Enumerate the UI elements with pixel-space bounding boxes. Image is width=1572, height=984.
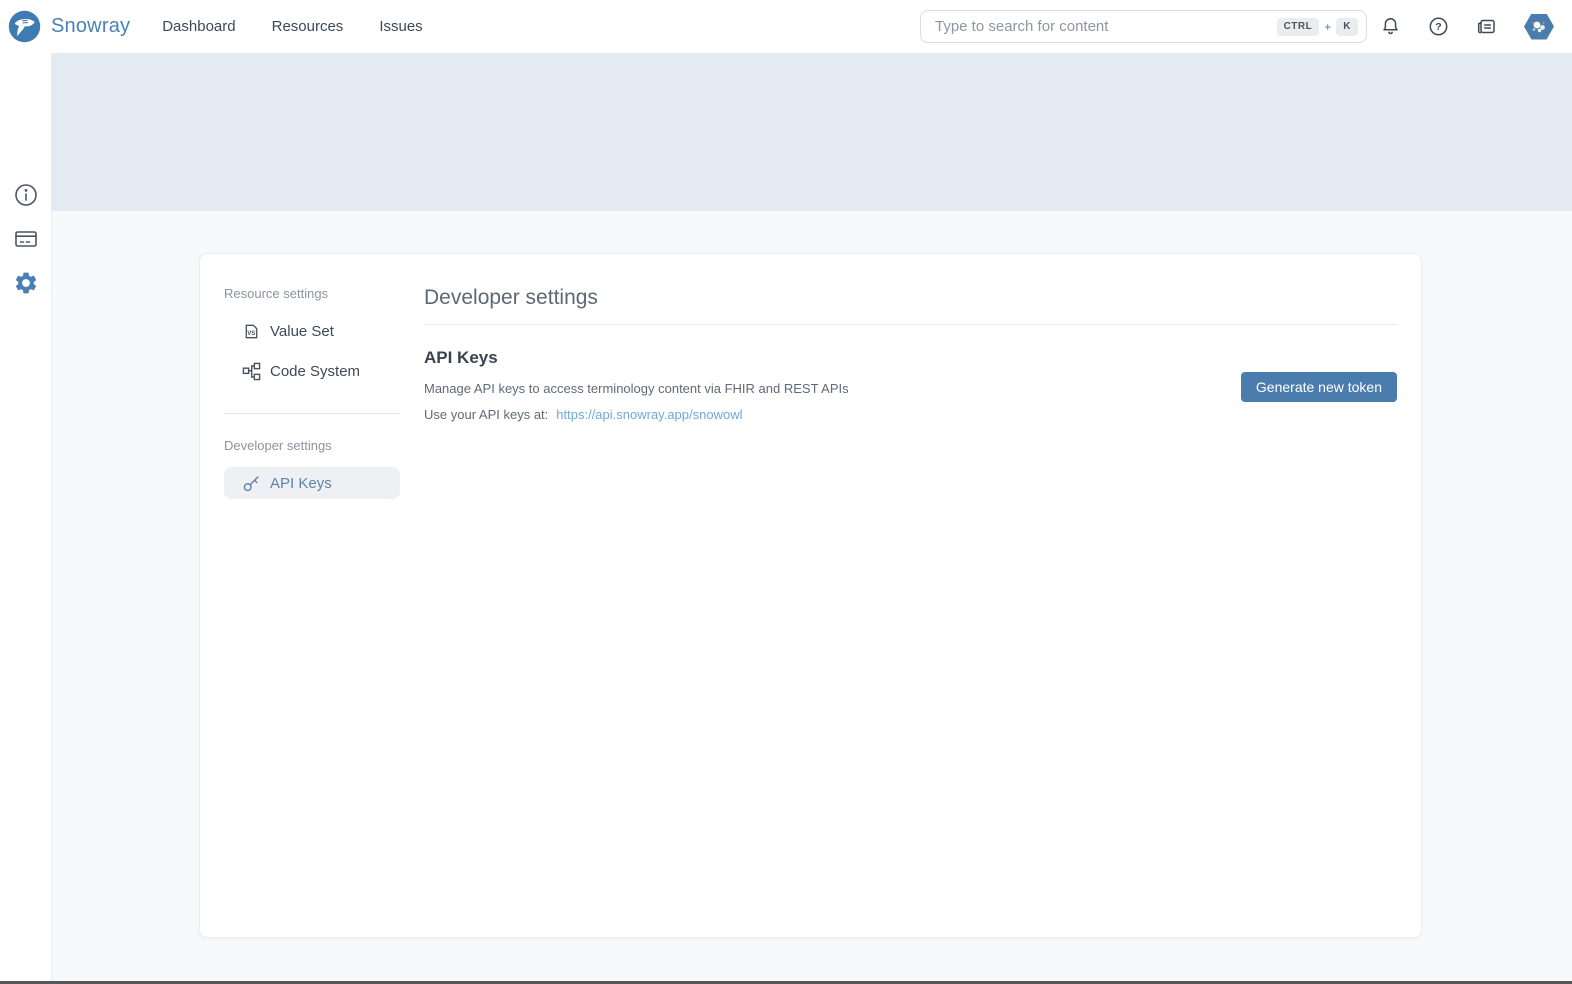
nav-item-issues[interactable]: Issues: [379, 18, 422, 35]
api-keys-title: API Keys: [424, 348, 1397, 368]
left-sidebar: [0, 53, 52, 984]
user-avatar[interactable]: [1524, 14, 1554, 40]
api-url-link[interactable]: https://api.snowray.app/snowowl: [556, 407, 742, 422]
api-keys-section: API Keys Manage API keys to access termi…: [424, 325, 1397, 422]
search-box[interactable]: CTRL + K: [920, 10, 1367, 43]
settings-nav: Resource settings VS Value Set Code Syst…: [200, 254, 424, 937]
help-icon[interactable]: ?: [1428, 16, 1449, 37]
nav-item-label: Code System: [270, 363, 360, 380]
nav-item-code-system[interactable]: Code System: [224, 355, 400, 387]
notifications-bell-icon[interactable]: [1380, 16, 1401, 37]
hero-band: [52, 53, 1572, 211]
kbd-plus: +: [1324, 20, 1331, 34]
settings-nav-group-resource: Resource settings: [224, 286, 400, 301]
value-set-icon: VS: [242, 322, 261, 341]
page-title: Developer settings: [424, 286, 1397, 310]
news-icon[interactable]: [1476, 16, 1497, 37]
info-icon[interactable]: [13, 182, 39, 208]
nav-item-resources[interactable]: Resources: [272, 18, 344, 35]
top-icon-group: ?: [1380, 0, 1554, 53]
kbd-k: K: [1336, 18, 1358, 36]
nav-item-label: Value Set: [270, 323, 334, 340]
snowray-logo-icon[interactable]: [8, 10, 41, 43]
settings-content: Developer settings API Keys Manage API k…: [424, 254, 1421, 937]
help-glyph: ?: [1435, 21, 1441, 33]
nav-item-api-keys[interactable]: API Keys: [224, 467, 400, 499]
settings-gear-icon[interactable]: [13, 270, 39, 296]
nav-item-dashboard[interactable]: Dashboard: [162, 18, 235, 35]
top-nav: Snowray Dashboard Resources Issues CTRL …: [0, 0, 1572, 53]
avatar-graphic: [1524, 14, 1554, 40]
settings-nav-divider: [224, 413, 400, 414]
value-set-glyph: VS: [247, 330, 255, 337]
kbd-ctrl: CTRL: [1277, 18, 1320, 36]
nav-item-value-set[interactable]: VS Value Set: [224, 315, 400, 347]
main-nav: Dashboard Resources Issues: [162, 18, 422, 35]
api-keys-url-row: Use your API keys at: https://api.snowray…: [424, 407, 1397, 422]
api-url-label: Use your API keys at:: [424, 407, 548, 422]
search-input[interactable]: [933, 17, 1277, 36]
settings-nav-group-developer: Developer settings: [224, 438, 400, 453]
settings-card: Resource settings VS Value Set Code Syst…: [199, 253, 1422, 938]
billing-card-icon[interactable]: [13, 226, 39, 252]
generate-token-button[interactable]: Generate new token: [1241, 372, 1397, 402]
code-system-icon: [242, 362, 261, 381]
nav-item-label: API Keys: [270, 475, 332, 492]
brand-name[interactable]: Snowray: [51, 15, 130, 38]
key-icon: [242, 474, 261, 493]
